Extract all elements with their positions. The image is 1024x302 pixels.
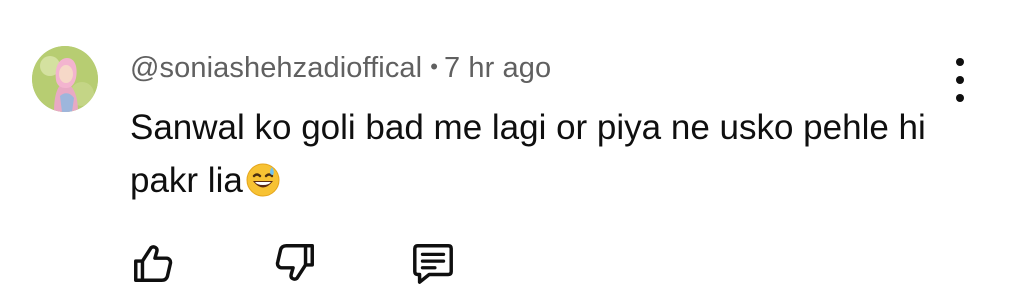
- more-dot: [956, 94, 964, 102]
- grinning-sweat-emoji-icon: [245, 162, 281, 198]
- like-button[interactable]: [126, 236, 180, 290]
- more-vertical-icon: [956, 58, 964, 66]
- reply-button[interactable]: [406, 236, 460, 290]
- thumbs-down-icon: [275, 244, 314, 281]
- avatar[interactable]: [32, 46, 98, 112]
- comment-body: Sanwal ko goli bad me lagi or piya ne us…: [130, 101, 950, 207]
- dislike-button[interactable]: [268, 236, 322, 290]
- more-options-button[interactable]: [944, 58, 976, 102]
- meta-separator: •: [430, 54, 438, 79]
- author-name[interactable]: @soniashehzadioffical: [130, 52, 422, 84]
- thumbs-up-icon: [134, 245, 173, 282]
- reply-comment-icon: [413, 244, 453, 284]
- more-dot: [956, 76, 964, 84]
- comment-time[interactable]: 7 hr ago: [444, 52, 551, 84]
- comment-meta: @soniashehzadioffical • 7 hr ago: [130, 52, 551, 85]
- avatar-image: [32, 46, 98, 112]
- comment-card: @soniashehzadioffical • 7 hr ago Sanwal ko…: [0, 0, 1024, 302]
